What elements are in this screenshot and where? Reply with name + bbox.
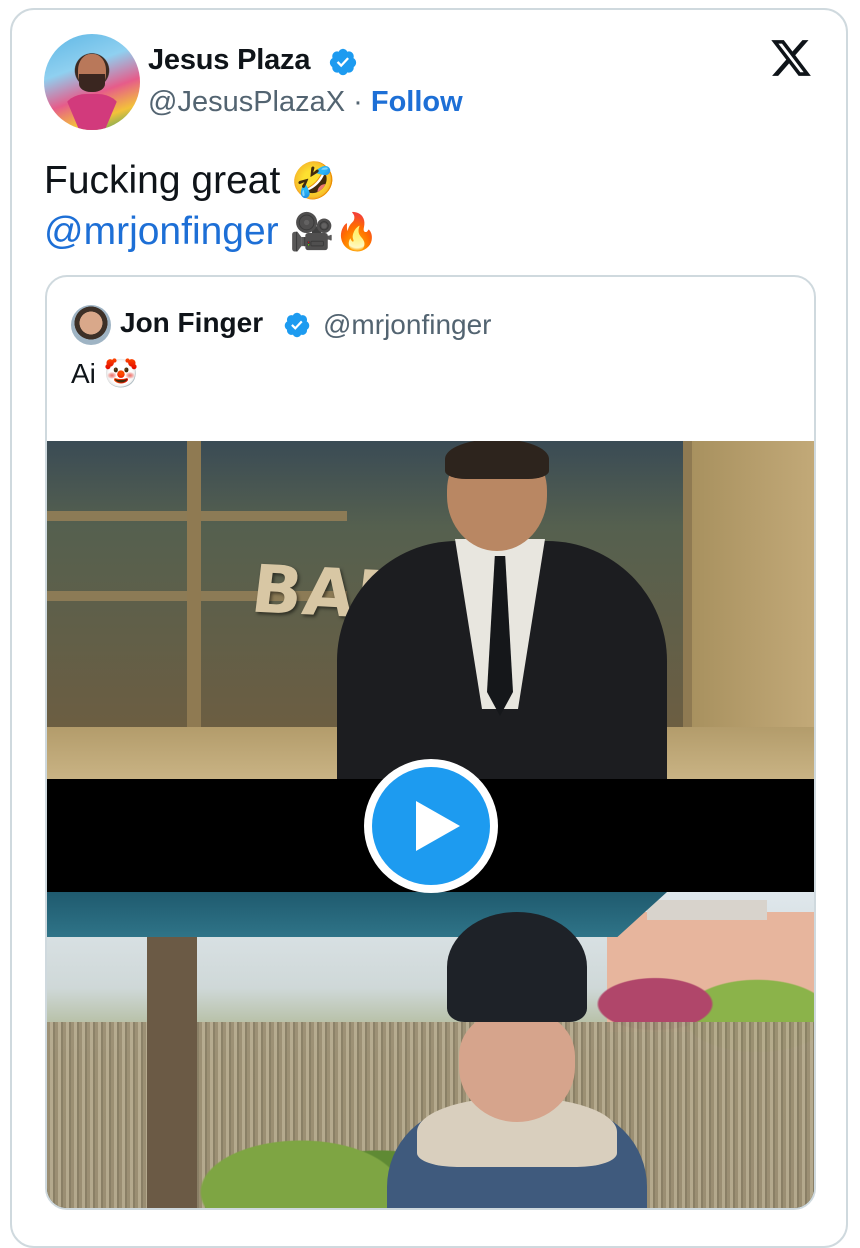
hair [445, 441, 549, 479]
play-button[interactable] [364, 759, 498, 893]
x-logo-icon[interactable] [768, 36, 814, 80]
beanie [447, 912, 587, 1022]
author-handle[interactable]: @JesusPlazaX [148, 86, 345, 118]
mention-link[interactable]: @mrjonfinger [44, 210, 279, 253]
avatar-beard [79, 74, 105, 92]
play-icon [416, 801, 460, 851]
video-frame-bottom [47, 892, 814, 1208]
window-mullion [187, 441, 201, 741]
fire-emoji-icon: 🔥 [334, 212, 380, 253]
laughing-emoji-icon: 🤣 [291, 161, 336, 202]
beanie-figure [387, 912, 647, 1208]
banker-figure [337, 441, 667, 781]
quoted-text-content: Ai [71, 358, 104, 389]
tweet-text-content: Fucking great [44, 159, 292, 202]
quoted-tweet[interactable]: Jon Finger @mrjonfinger Ai 🤡 BANK [45, 275, 816, 1210]
handle-separator: · [345, 86, 371, 118]
quoted-author-name[interactable]: Jon Finger [120, 307, 263, 339]
tweet-text-line-2: @mrjonfinger 🎥🔥 [44, 207, 379, 258]
face [459, 1012, 575, 1122]
quoted-tweet-text: Ai 🤡 [71, 357, 139, 390]
avatar-shirt [64, 94, 120, 130]
quoted-author-handle[interactable]: @mrjonfinger [323, 309, 491, 341]
follow-button[interactable]: Follow [371, 86, 463, 118]
video-player[interactable]: BANK [47, 441, 814, 1208]
tweet-text: Fucking great 🤣 @mrjonfinger 🎥🔥 [44, 156, 379, 258]
verified-badge-icon [329, 48, 357, 76]
author-handle-line: @JesusPlazaX · Follow [148, 86, 463, 119]
tweet-text-line-1: Fucking great 🤣 [44, 156, 379, 207]
play-button-circle [372, 767, 490, 885]
video-frame-top: BANK [47, 441, 814, 781]
clown-emoji-icon: 🤡 [103, 357, 139, 390]
verified-badge-icon [284, 312, 310, 338]
wooden-post [147, 932, 197, 1208]
author-avatar[interactable] [44, 34, 140, 130]
movie-camera-emoji-icon: 🎥 [289, 212, 335, 253]
house-roof [647, 900, 767, 920]
quoted-author-avatar[interactable] [71, 305, 111, 345]
author-name[interactable]: Jesus Plaza [148, 44, 310, 77]
